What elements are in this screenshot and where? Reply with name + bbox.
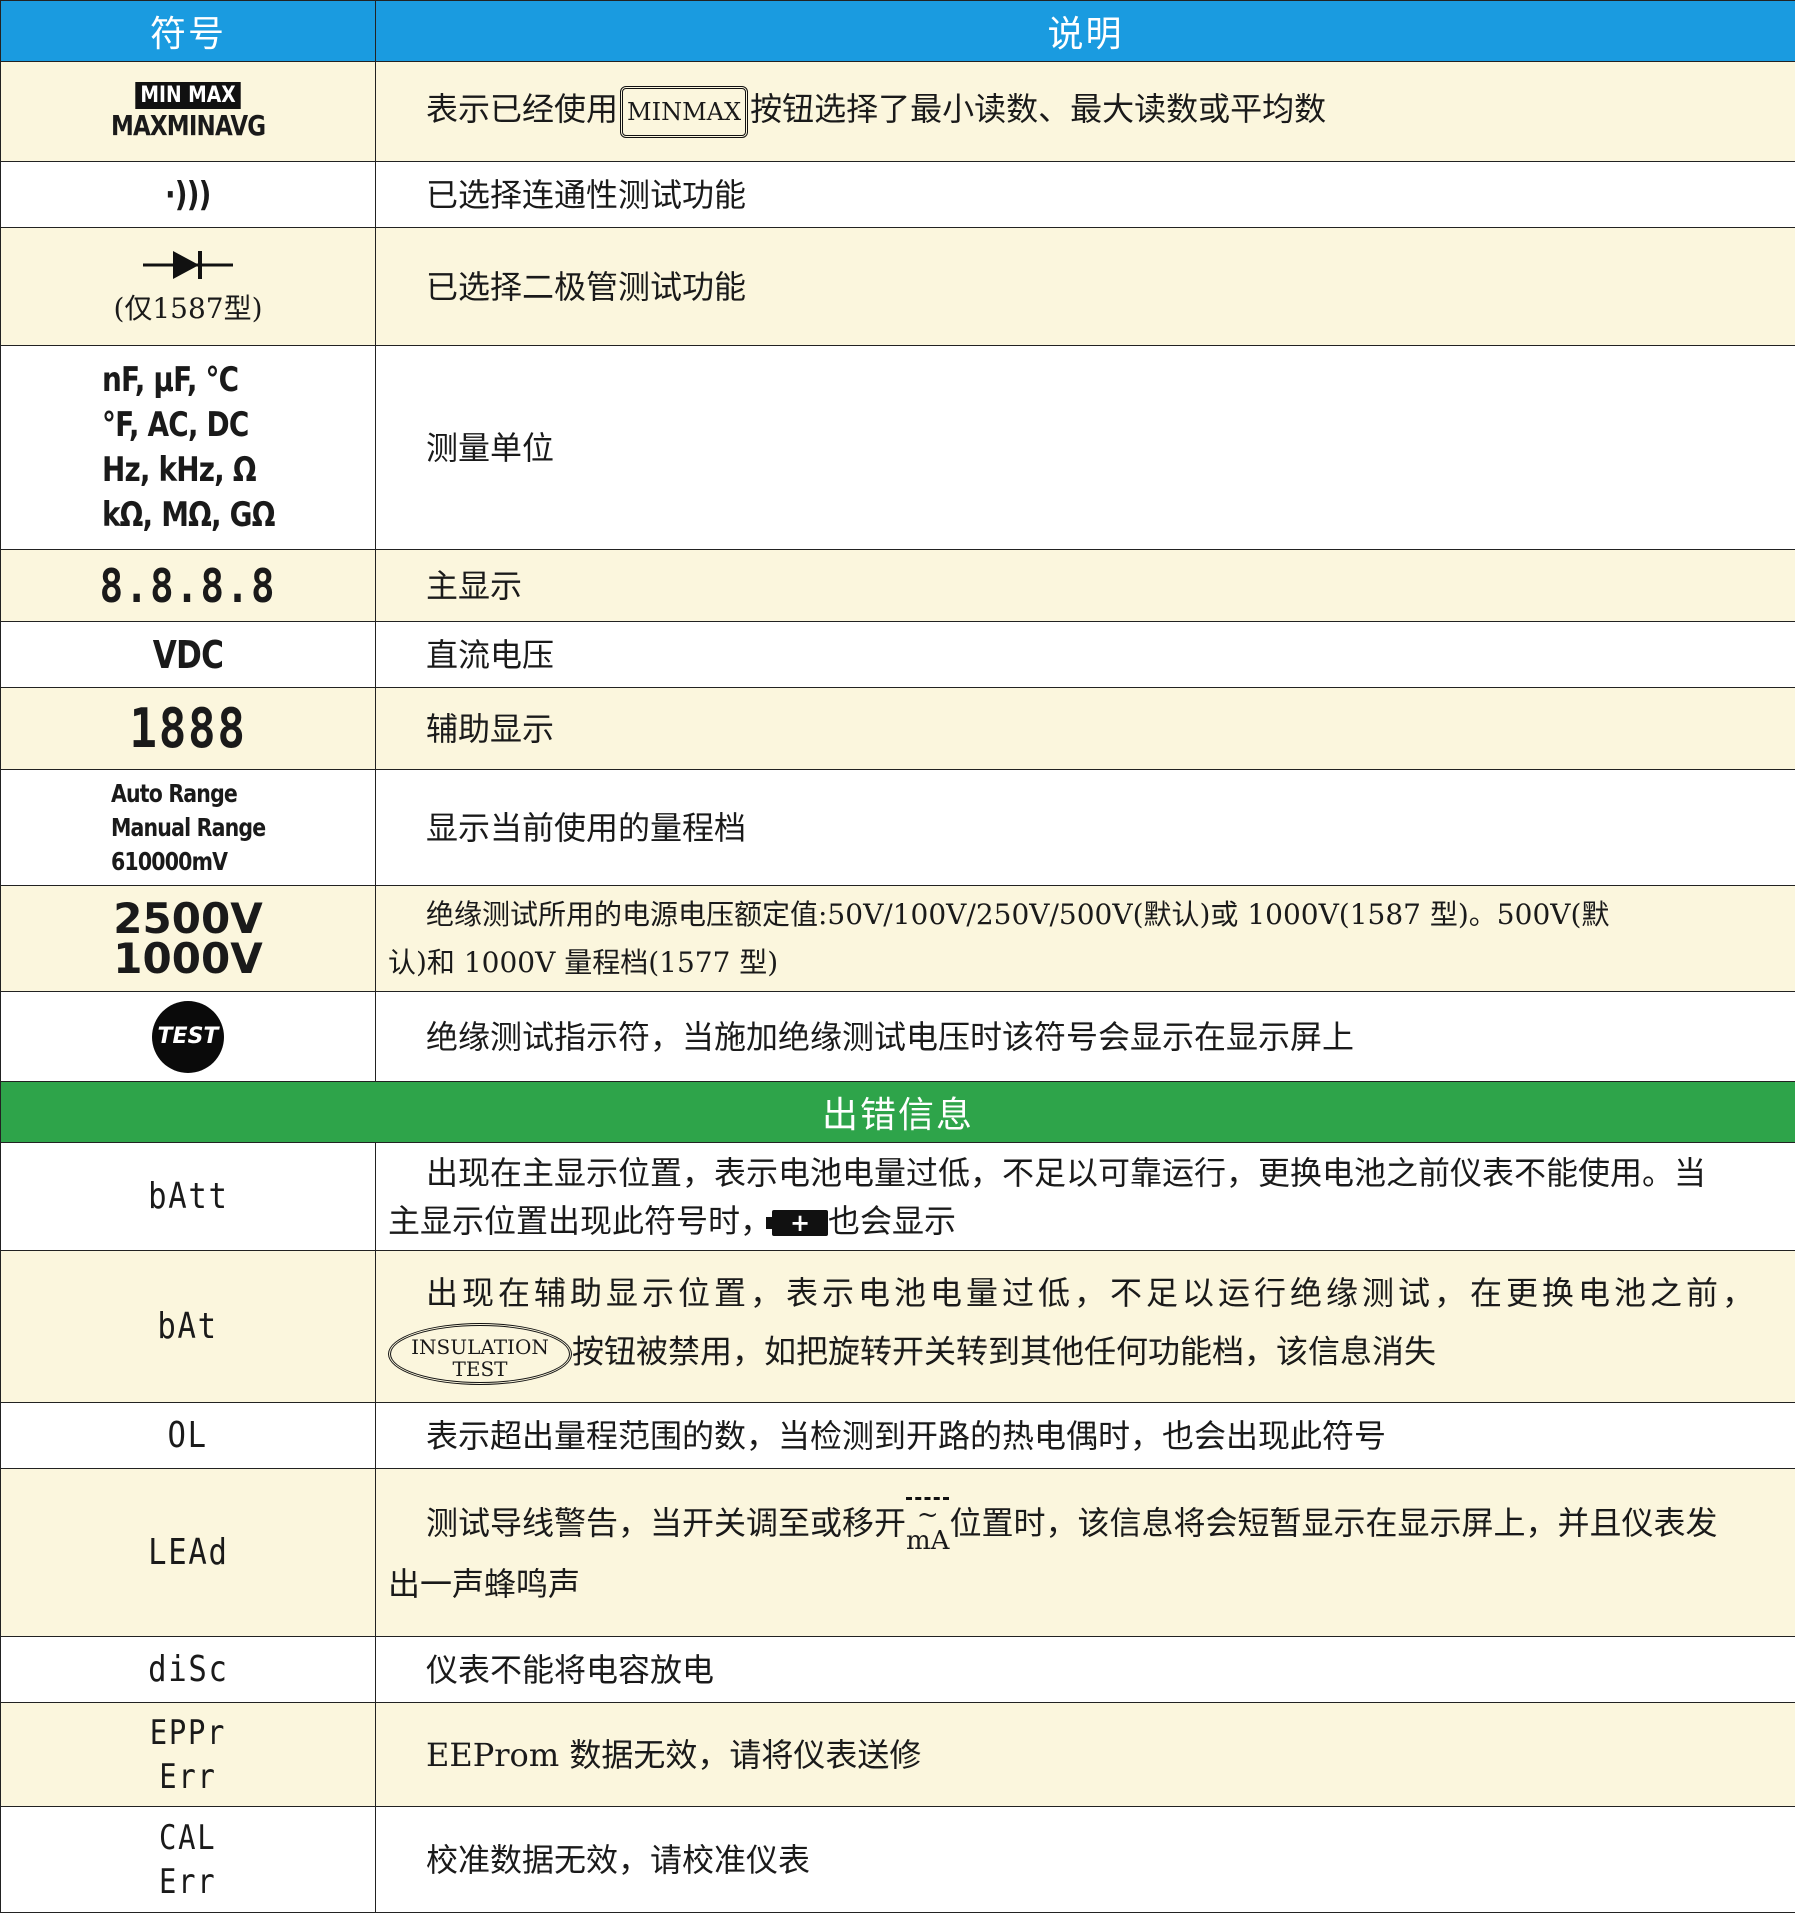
units-list: nF, μF, °C °F, AC, DC Hz, kHz, Ω kΩ, MΩ,… [101,359,275,535]
table-row: 8.8.8.8 主显示 [0,549,1795,622]
maxminavg-label: MAXMINAVG [110,108,266,142]
battery-icon: + [766,1210,829,1236]
symbol-cell: (仅1587型) [0,227,376,346]
description-cell: 显示当前使用的量程档 [375,769,1795,886]
description-cell: 出现在主显示位置，表示电池电量过低，不足以可靠运行，更换电池之前仪表不能使用。当… [375,1142,1795,1251]
symbol-cell: bAt [0,1250,376,1403]
symbol-cell: VDC [0,621,376,688]
description-cell: 绝缘测试所用的电源电压额定值:50V/100V/250V/500V(默认)或 1… [375,885,1795,992]
symbol-cell: TEST [0,991,376,1082]
table-row: CAL Err 校准数据无效，请校准仪表 [0,1806,1795,1913]
description-cell: 测量单位 [375,345,1795,550]
vdc-icon: VDC [152,632,224,677]
test-voltage-labels: 2500V 1000V [113,893,263,983]
disc-code: diSc [147,1649,229,1690]
model-note: (仅1587型) [113,291,263,325]
test-indicator-icon: TEST [152,1000,224,1073]
bat-code: bAt [157,1306,219,1347]
description-cell: 出现在辅助显示位置，表示电池电量过低，不足以运行绝缘测试，在更换电池之前， IN… [375,1250,1795,1403]
table-row: ·))) 已选择连通性测试功能 [0,161,1795,228]
range-labels: Auto Range Manual Range 610000mV [110,778,266,876]
aux-display-icon: 1888 [129,697,247,760]
symbol-cell: CAL Err [0,1806,376,1913]
symbol-cell: 8.8.8.8 [0,549,376,622]
continuity-icon: ·))) [165,174,211,215]
section-title: 出错信息 [0,1081,1795,1143]
symbol-cell: bAtt [0,1142,376,1251]
description-cell: 仪表不能将电容放电 [375,1636,1795,1703]
table-row: 2500V 1000V 绝缘测试所用的电源电压额定值:50V/100V/250V… [0,885,1795,992]
symbol-cell: OL [0,1402,376,1469]
table-row: bAtt 出现在主显示位置，表示电池电量过低，不足以可靠运行，更换电池之前仪表不… [0,1142,1795,1251]
description-cell: 主显示 [375,549,1795,622]
description-cell: EEProm 数据无效，请将仪表送修 [375,1702,1795,1807]
diode-icon [143,250,233,279]
table-row: VDC 直流电压 [0,621,1795,688]
symbol-cell: ·))) [0,161,376,228]
minmax-button-icon: MINMAX [620,85,749,138]
main-display-icon: 8.8.8.8 [99,558,277,613]
symbol-cell: MIN MAX MAXMINAVG [0,61,376,162]
insulation-test-button-icon: INSULATION TEST [388,1322,572,1385]
section-header-row: 出错信息 [0,1081,1795,1143]
ma-switch-icon: ~ mA [906,1497,950,1554]
lead-code: LEAd [147,1532,229,1573]
description-cell: 直流电压 [375,621,1795,688]
description-cell: 绝缘测试指示符，当施加绝缘测试电压时该符号会显示在显示屏上 [375,991,1795,1082]
table-row: 1888 辅助显示 [0,687,1795,770]
table-row: diSc 仪表不能将电容放电 [0,1636,1795,1703]
header-symbol: 符号 [0,0,376,62]
symbol-cell: nF, μF, °C °F, AC, DC Hz, kHz, Ω kΩ, MΩ,… [0,345,376,550]
symbol-cell: Auto Range Manual Range 610000mV [0,769,376,886]
description-cell: 表示已经使用 MINMAX 按钮选择了最小读数、最大读数或平均数 [375,61,1795,162]
description-cell: 校准数据无效，请校准仪表 [375,1806,1795,1913]
eeprom-error-code: EPPr Err [149,1712,227,1797]
description-cell: 已选择二极管测试功能 [375,227,1795,346]
table-row: OL 表示超出量程范围的数，当检测到开路的热电偶时，也会出现此符号 [0,1402,1795,1469]
minmax-badge: MIN MAX [135,81,241,109]
table-row: Auto Range Manual Range 610000mV 显示当前使用的… [0,769,1795,886]
table-row: bAt 出现在辅助显示位置，表示电池电量过低，不足以运行绝缘测试，在更换电池之前… [0,1250,1795,1403]
header-description: 说明 [375,0,1795,62]
description-cell: 已选择连通性测试功能 [375,161,1795,228]
table-row: MIN MAX MAXMINAVG 表示已经使用 MINMAX 按钮选择了最小读数、… [0,61,1795,162]
symbol-cell: EPPr Err [0,1702,376,1807]
description-cell: 测试导线警告，当开关调至或移开 ~ mA 位置时，该信息将会短暂显示在显示屏上，并且仪… [375,1468,1795,1637]
symbol-table: 符号 说明 MIN MAX MAXMINAVG 表示已经使用 MINMAX 按钮选择… [0,0,1795,1913]
table-row: (仅1587型) 已选择二极管测试功能 [0,227,1795,346]
description-cell: 辅助显示 [375,687,1795,770]
symbol-cell: diSc [0,1636,376,1703]
symbol-cell: 2500V 1000V [0,885,376,992]
symbol-cell: 1888 [0,687,376,770]
description-cell: 表示超出量程范围的数，当检测到开路的热电偶时，也会出现此符号 [375,1402,1795,1469]
table-row: EPPr Err EEProm 数据无效，请将仪表送修 [0,1702,1795,1807]
calibration-error-code: CAL Err [159,1817,217,1902]
batt-code: bAtt [147,1176,229,1217]
table-row: TEST 绝缘测试指示符，当施加绝缘测试电压时该符号会显示在显示屏上 [0,991,1795,1082]
symbol-cell: LEAd [0,1468,376,1637]
overload-code: OL [167,1415,209,1456]
table-row: LEAd 测试导线警告，当开关调至或移开 ~ mA 位置时，该信息将会短暂显示在显示屏… [0,1468,1795,1637]
table-row: nF, μF, °C °F, AC, DC Hz, kHz, Ω kΩ, MΩ,… [0,345,1795,550]
